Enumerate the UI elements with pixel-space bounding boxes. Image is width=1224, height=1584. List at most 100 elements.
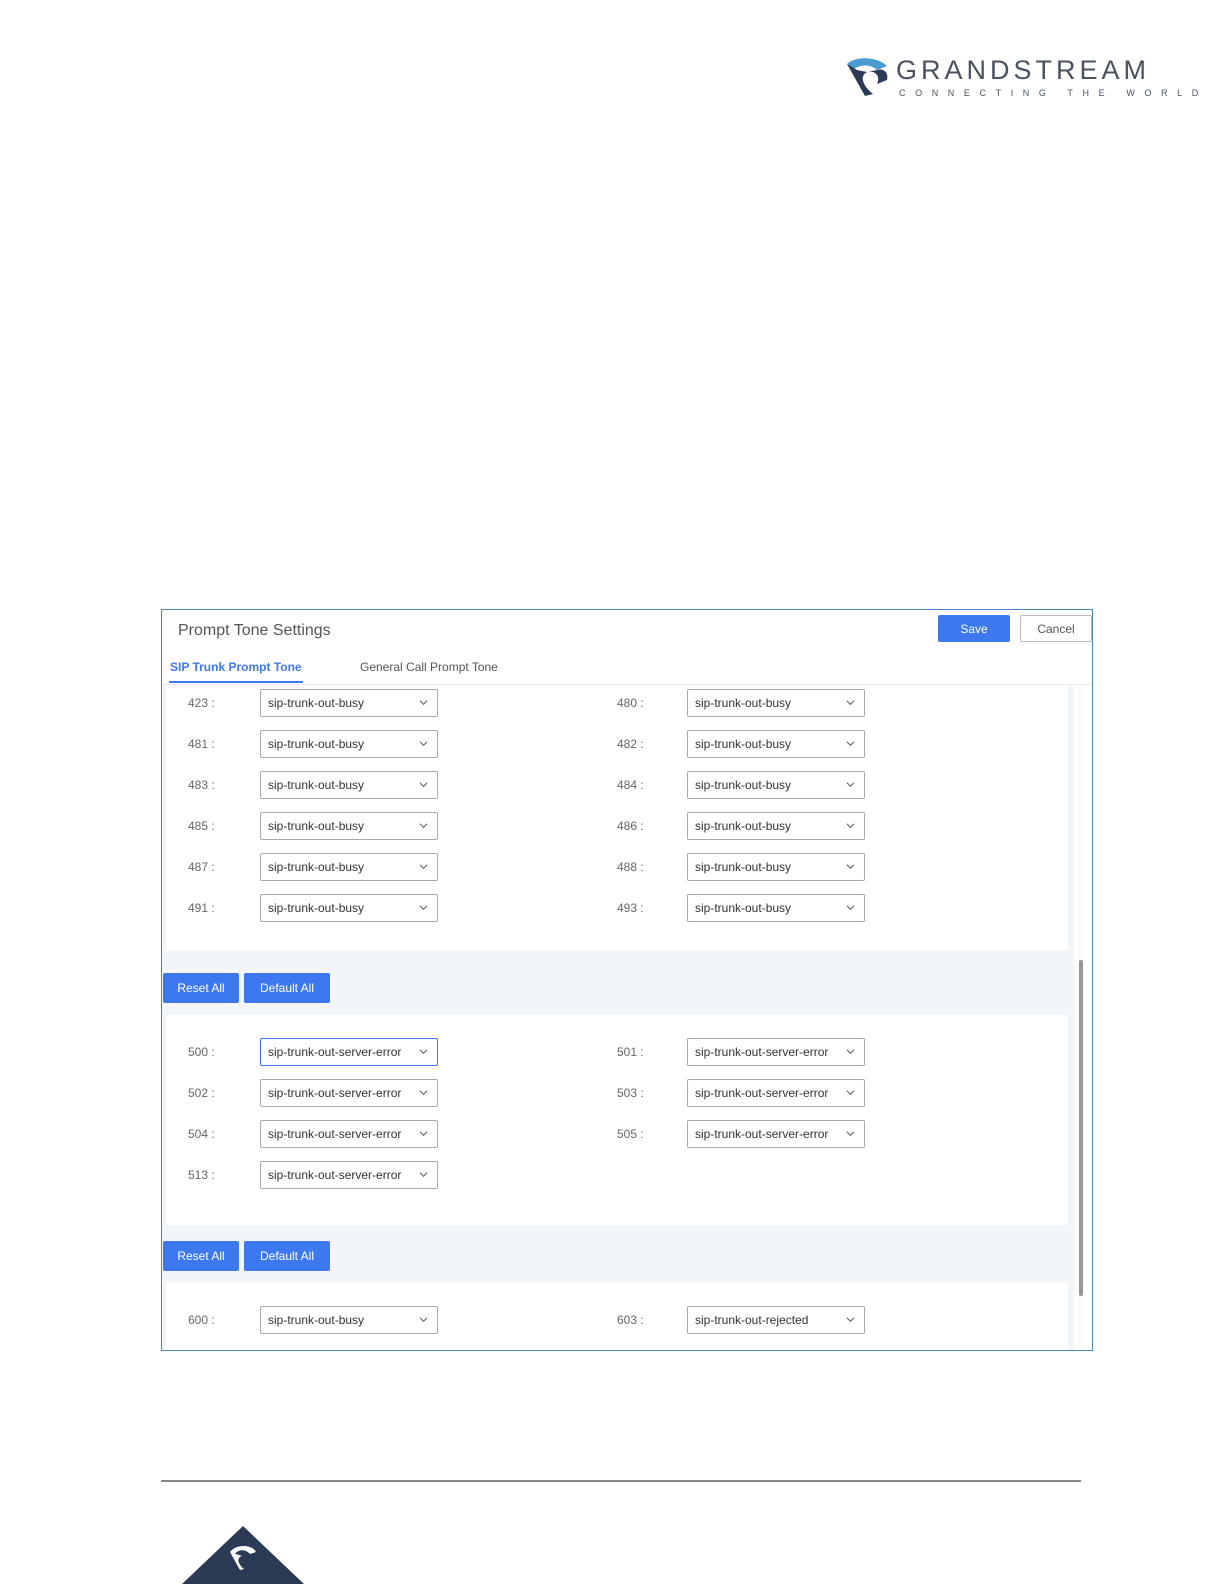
prompt-tone-select[interactable]: sip-trunk-out-server-error	[687, 1038, 865, 1066]
active-tab-indicator	[169, 681, 303, 683]
grandstream-logo-icon	[847, 58, 888, 96]
chevron-down-icon	[419, 1049, 428, 1055]
select-value: sip-trunk-out-busy	[695, 819, 792, 833]
scrollbar-thumb[interactable]	[1079, 960, 1083, 1296]
response-code-label: 513 :	[188, 1168, 215, 1182]
select-value: sip-trunk-out-server-error	[268, 1045, 402, 1059]
prompt-tone-select[interactable]: sip-trunk-out-busy	[260, 853, 438, 881]
response-code-label: 600 :	[188, 1313, 215, 1327]
prompt-tone-select[interactable]: sip-trunk-out-server-error	[260, 1038, 438, 1066]
response-code-label: 491 :	[188, 901, 215, 915]
chevron-down-icon	[419, 741, 428, 747]
response-code-label: 502 :	[188, 1086, 215, 1100]
tone-row: 483 : sip-trunk-out-busy	[188, 771, 488, 799]
tone-row: 481 : sip-trunk-out-busy	[188, 730, 488, 758]
tone-row: 423 : sip-trunk-out-busy	[188, 689, 488, 717]
chevron-down-icon	[846, 700, 855, 706]
tone-row: 504 : sip-trunk-out-server-error	[188, 1120, 488, 1148]
chevron-down-icon	[846, 1317, 855, 1323]
prompt-tone-select[interactable]: sip-trunk-out-busy	[687, 730, 865, 758]
chevron-down-icon	[846, 741, 855, 747]
chevron-down-icon	[846, 782, 855, 788]
response-code-label: 483 :	[188, 778, 215, 792]
response-code-label: 423 :	[188, 696, 215, 710]
chevron-down-icon	[419, 864, 428, 870]
select-value: sip-trunk-out-server-error	[695, 1045, 829, 1059]
response-code-label: 482 :	[617, 737, 644, 751]
select-value: sip-trunk-out-busy	[268, 860, 365, 874]
prompt-tone-select[interactable]: sip-trunk-out-busy	[687, 689, 865, 717]
select-value: sip-trunk-out-rejected	[695, 1313, 809, 1327]
save-button[interactable]: Save	[938, 615, 1010, 642]
chevron-down-icon	[846, 1090, 855, 1096]
section-6xx: 600 : sip-trunk-out-busy 603 : sip-trunk-ou…	[166, 1283, 1068, 1350]
response-code-label: 603 :	[617, 1313, 644, 1327]
chevron-down-icon	[419, 823, 428, 829]
prompt-tone-select[interactable]: sip-trunk-out-busy	[687, 894, 865, 922]
reset-all-button[interactable]: Reset All	[163, 1241, 239, 1271]
select-value: sip-trunk-out-busy	[268, 901, 365, 915]
tone-row: 487 : sip-trunk-out-busy	[188, 853, 488, 881]
tone-row: 482 : sip-trunk-out-busy	[617, 730, 917, 758]
response-code-label: 501 :	[617, 1045, 644, 1059]
grandstream-logo: GRANDSTREAM CONNECTING THE WORLD	[843, 54, 1198, 102]
chevron-down-icon	[846, 864, 855, 870]
prompt-tone-select[interactable]: sip-trunk-out-rejected	[687, 1306, 865, 1334]
settings-content: 423 : sip-trunk-out-busy 481 : sip-trunk-ou…	[162, 686, 1074, 1350]
chevron-down-icon	[419, 782, 428, 788]
tab-sip-trunk-prompt-tone[interactable]: SIP Trunk Prompt Tone	[170, 660, 302, 674]
page-title: Prompt Tone Settings	[178, 622, 331, 639]
prompt-tone-select[interactable]: sip-trunk-out-busy	[687, 812, 865, 840]
select-value: sip-trunk-out-busy	[268, 696, 365, 710]
prompt-tone-select[interactable]: sip-trunk-out-busy	[260, 689, 438, 717]
prompt-tone-select[interactable]: sip-trunk-out-server-error	[260, 1120, 438, 1148]
select-value: sip-trunk-out-busy	[695, 737, 792, 751]
prompt-tone-select[interactable]: sip-trunk-out-server-error	[687, 1079, 865, 1107]
prompt-tone-select[interactable]: sip-trunk-out-busy	[260, 730, 438, 758]
prompt-tone-select[interactable]: sip-trunk-out-server-error	[260, 1161, 438, 1189]
prompt-tone-select[interactable]: sip-trunk-out-busy	[687, 771, 865, 799]
chevron-down-icon	[419, 1317, 428, 1323]
tone-row: 600 : sip-trunk-out-busy	[188, 1306, 488, 1334]
tone-row: 480 : sip-trunk-out-busy	[617, 689, 917, 717]
response-code-label: 500 :	[188, 1045, 215, 1059]
tone-row: 488 : sip-trunk-out-busy	[617, 853, 917, 881]
prompt-tone-select[interactable]: sip-trunk-out-server-error	[260, 1079, 438, 1107]
tone-row: 505 : sip-trunk-out-server-error	[617, 1120, 917, 1148]
tone-row: 501 : sip-trunk-out-server-error	[617, 1038, 917, 1066]
select-value: sip-trunk-out-busy	[695, 778, 792, 792]
chevron-down-icon	[419, 905, 428, 911]
select-value: sip-trunk-out-server-error	[695, 1086, 829, 1100]
select-value: sip-trunk-out-busy	[695, 860, 792, 874]
select-value: sip-trunk-out-busy	[268, 819, 365, 833]
section-4xx: 423 : sip-trunk-out-busy 481 : sip-trunk-ou…	[166, 686, 1068, 950]
response-code-label: 481 :	[188, 737, 215, 751]
reset-all-button[interactable]: Reset All	[163, 973, 239, 1003]
prompt-tone-select[interactable]: sip-trunk-out-busy	[260, 1306, 438, 1334]
default-all-button[interactable]: Default All	[244, 973, 330, 1003]
tab-general-call-prompt-tone[interactable]: General Call Prompt Tone	[360, 660, 498, 674]
prompt-tone-select[interactable]: sip-trunk-out-busy	[260, 771, 438, 799]
response-code-label: 485 :	[188, 819, 215, 833]
chevron-down-icon	[846, 823, 855, 829]
response-code-label: 505 :	[617, 1127, 644, 1141]
response-code-label: 484 :	[617, 778, 644, 792]
select-value: sip-trunk-out-busy	[268, 1313, 365, 1327]
default-all-button[interactable]: Default All	[244, 1241, 330, 1271]
chevron-down-icon	[846, 1049, 855, 1055]
chevron-down-icon	[846, 905, 855, 911]
prompt-tone-select[interactable]: sip-trunk-out-busy	[260, 812, 438, 840]
prompt-tone-select[interactable]: sip-trunk-out-busy	[687, 853, 865, 881]
response-code-label: 487 :	[188, 860, 215, 874]
response-code-label: 503 :	[617, 1086, 644, 1100]
prompt-tone-select[interactable]: sip-trunk-out-busy	[260, 894, 438, 922]
grandstream-footer-logo-icon	[182, 1526, 304, 1584]
tone-row: 503 : sip-trunk-out-server-error	[617, 1079, 917, 1107]
select-value: sip-trunk-out-busy	[268, 737, 365, 751]
chevron-down-icon	[419, 1172, 428, 1178]
response-code-label: 488 :	[617, 860, 644, 874]
cancel-button[interactable]: Cancel	[1020, 615, 1092, 642]
tone-row: 500 : sip-trunk-out-server-error	[188, 1038, 488, 1066]
select-value: sip-trunk-out-server-error	[268, 1168, 402, 1182]
prompt-tone-select[interactable]: sip-trunk-out-server-error	[687, 1120, 865, 1148]
